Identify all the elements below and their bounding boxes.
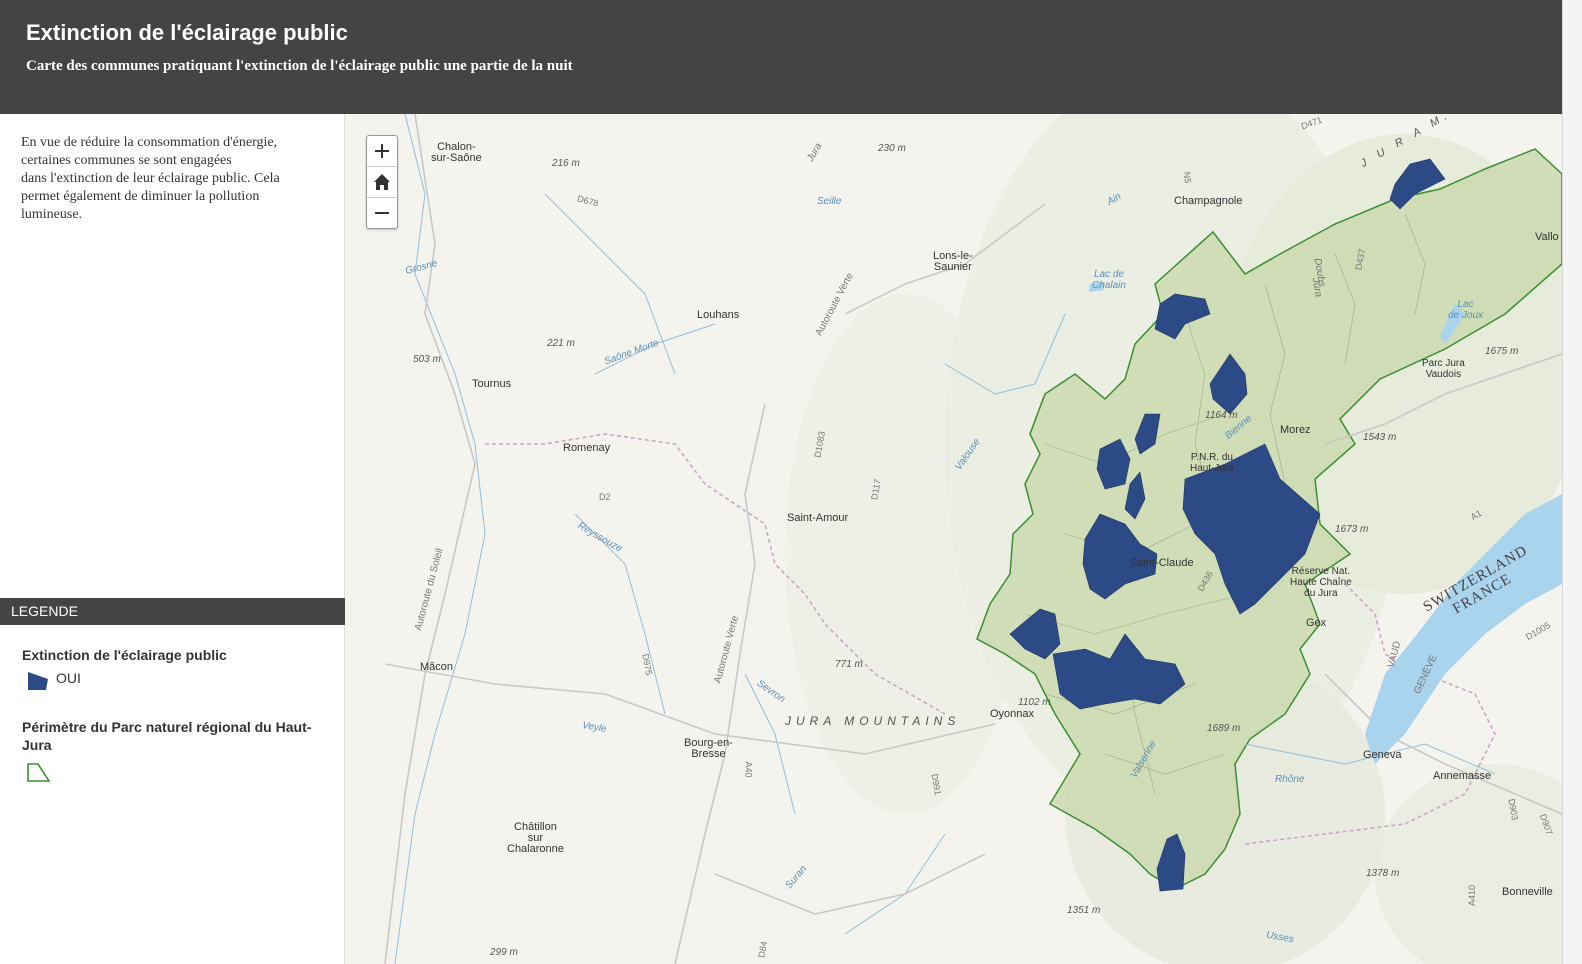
- green-outline-swatch-icon: [27, 763, 51, 782]
- plus-icon: [375, 144, 389, 158]
- elevation-label: 299 m: [490, 947, 518, 958]
- elevation-label: 771 m: [835, 659, 863, 670]
- place-label: Saint-Amour: [787, 512, 849, 524]
- intro-line: lumineuse.: [21, 207, 83, 222]
- place-label: Chalon- sur-Saône: [431, 141, 482, 164]
- road-label: A410: [1467, 884, 1478, 907]
- lake-label: Lac de Chalain: [1092, 269, 1126, 291]
- elevation-label: 1102 m: [1018, 697, 1051, 708]
- place-label: Saint-Claude: [1130, 557, 1194, 569]
- place-label: Morez: [1280, 424, 1311, 436]
- elevation-label: 1543 m: [1363, 432, 1397, 443]
- home-button[interactable]: [367, 167, 397, 198]
- place-label: Annemasse: [1433, 770, 1492, 782]
- elevation-label: 1689 m: [1207, 723, 1241, 734]
- elevation-label: 221 m: [547, 338, 575, 349]
- place-label: Oyonnax: [990, 708, 1035, 720]
- window-edge: [1562, 0, 1582, 964]
- place-label: Vallo: [1535, 231, 1559, 243]
- road-label: D2: [599, 492, 611, 502]
- intro-text: En vue de réduire la consommation d'éner…: [21, 134, 321, 224]
- elevation-label: 1673 m: [1335, 524, 1369, 535]
- place-label: Louhans: [697, 309, 740, 321]
- zoom-controls: [366, 135, 398, 229]
- place-label: Bourg-en- Bresse: [684, 737, 733, 760]
- zoom-out-button[interactable]: [367, 198, 397, 228]
- app-subtitle: Carte des communes pratiquant l'extincti…: [26, 58, 573, 74]
- zoom-in-button[interactable]: [367, 136, 397, 167]
- intro-line: dans l'extinction de leur éclairage publ…: [21, 171, 280, 186]
- app-title: Extinction de l'éclairage public: [26, 20, 348, 45]
- river-label: Seille: [817, 196, 842, 207]
- legend-layer-title: Périmètre du Parc naturel régional du Ha…: [22, 719, 312, 753]
- intro-line: En vue de réduire la consommation d'éner…: [21, 135, 278, 150]
- place-label: Geneva: [1363, 749, 1402, 761]
- elevation-label: 216 m: [552, 158, 580, 169]
- place-label: Gex: [1306, 617, 1327, 629]
- place-label: Parc Jura Vaudois: [1422, 358, 1465, 380]
- place-label: Mâcon: [420, 661, 454, 673]
- elevation-label: 1675 m: [1485, 346, 1519, 357]
- place-label: Tournus: [472, 378, 512, 390]
- home-icon: [374, 174, 390, 190]
- sidebar-panel: En vue de réduire la consommation d'éner…: [0, 114, 345, 964]
- elevation-label: 230 m: [878, 143, 906, 154]
- legend-item-label: OUI: [56, 670, 81, 686]
- elevation-label: 1351 m: [1067, 905, 1101, 916]
- intro-line: certaines communes se sont engagées: [21, 153, 232, 168]
- elevation-label: 1378 m: [1366, 868, 1400, 879]
- elevation-label: 503 m: [413, 354, 441, 365]
- place-label: Romenay: [563, 442, 611, 454]
- place-label: Bonneville: [1502, 886, 1553, 898]
- app-header: Extinction de l'éclairage public Carte d…: [0, 0, 1562, 114]
- legend-layer-title: Extinction de l'éclairage public: [22, 647, 227, 663]
- place-label: Lons-le- Saunier: [933, 250, 973, 273]
- place-label: P.N.R. du Haut-Jura: [1190, 452, 1234, 474]
- place-label: Châtillon sur Chalaronne: [507, 821, 564, 855]
- road-label: A40: [743, 761, 754, 778]
- region-label: JURA MOUNTAINS: [785, 714, 961, 728]
- place-label: Réserve Nat. Haute Chaîne du Jura: [1290, 566, 1352, 599]
- lake-label: Lac de Joux: [1448, 299, 1484, 321]
- legend-header: LEGENDE: [0, 598, 345, 625]
- river-label: Rhône: [1275, 774, 1305, 785]
- elevation-label: 1164 m: [1205, 410, 1238, 421]
- minus-icon: [375, 212, 389, 214]
- map-view[interactable]: Chalon- sur-Saône Champagnole Lons-le- S…: [345, 114, 1562, 964]
- road-label: N5: [1181, 171, 1193, 184]
- blue-fill-swatch-icon: [28, 672, 48, 690]
- place-label: Champagnole: [1174, 195, 1243, 207]
- intro-line: permet également de diminuer la pollutio…: [21, 189, 260, 204]
